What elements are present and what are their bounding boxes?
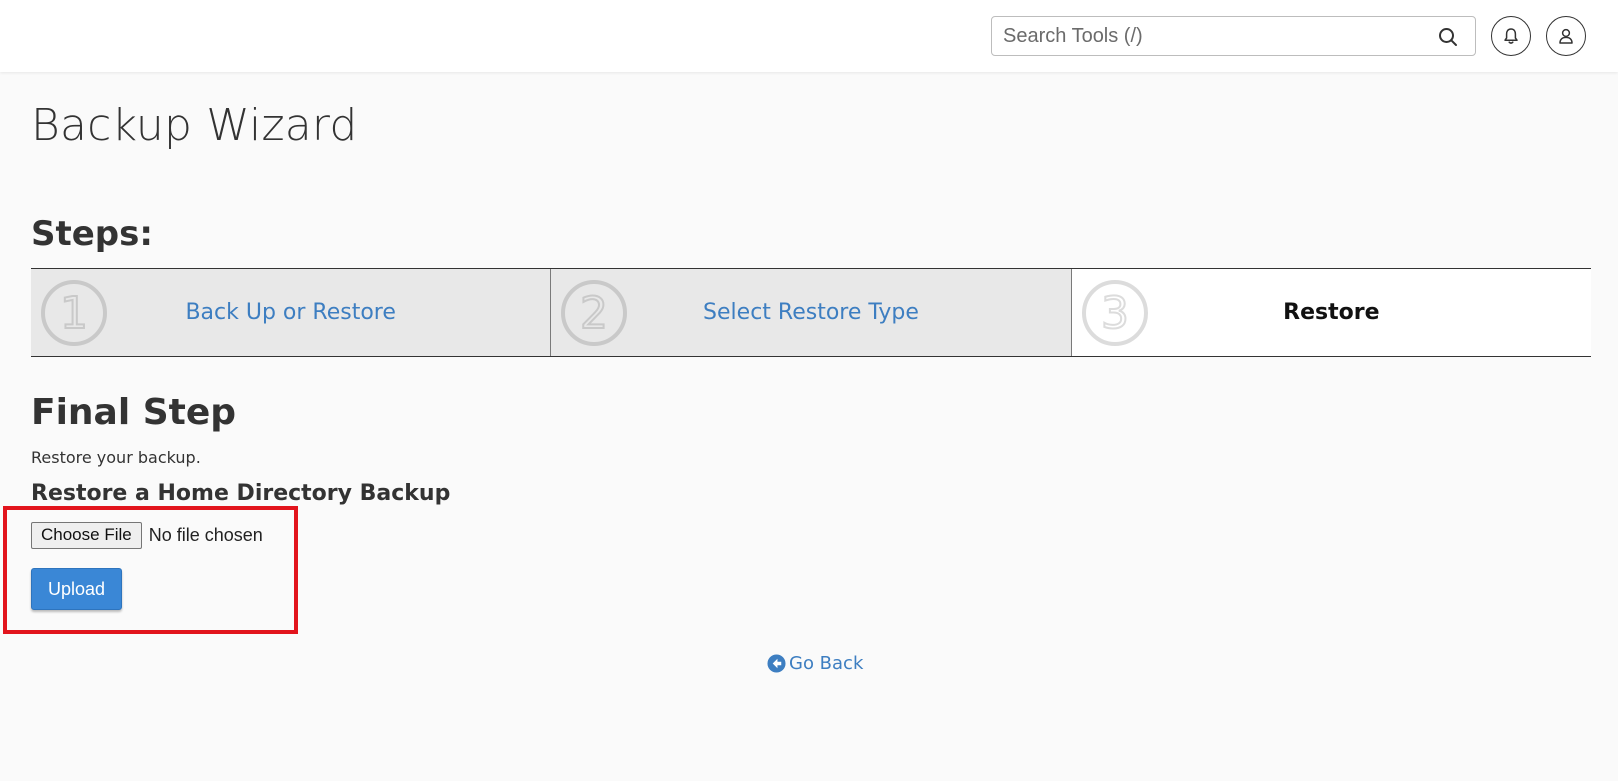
upload-button[interactable]: Upload <box>31 568 122 610</box>
step-restore: 3 Restore <box>1070 269 1591 356</box>
search-input[interactable] <box>992 17 1432 55</box>
step-number-3-icon: 3 <box>1081 280 1148 346</box>
arrow-circle-left-icon <box>767 653 786 673</box>
notifications-button[interactable] <box>1491 16 1531 56</box>
steps-heading: Steps: <box>31 214 153 254</box>
page-title: Backup Wizard <box>31 100 358 151</box>
step-label-2: Select Restore Type <box>703 300 919 325</box>
go-back-label: Go Back <box>789 652 864 674</box>
steps-progress-bar: 1 Back Up or Restore 2 Select Restore Ty… <box>31 268 1591 357</box>
step-number-1: 1 <box>60 288 88 339</box>
step-label-1: Back Up or Restore <box>185 300 396 325</box>
go-back-link[interactable]: Go Back <box>767 651 863 675</box>
step-back-up-or-restore[interactable]: 1 Back Up or Restore <box>31 269 551 356</box>
user-menu-button[interactable] <box>1546 16 1586 56</box>
top-header <box>0 0 1618 72</box>
step-number-2-icon: 2 <box>561 280 628 346</box>
search-box[interactable] <box>991 16 1476 56</box>
user-icon <box>1559 28 1573 44</box>
step-number-2: 2 <box>580 288 608 339</box>
step-number-3: 3 <box>1101 288 1129 339</box>
home-directory-backup-heading: Restore a Home Directory Backup <box>31 481 451 506</box>
search-icon[interactable] <box>1436 25 1460 49</box>
step-select-restore-type[interactable]: 2 Select Restore Type <box>550 269 1071 356</box>
final-step-heading: Final Step <box>31 392 237 433</box>
step-label-3: Restore <box>1283 300 1380 325</box>
final-step-description: Restore your backup. <box>31 448 201 467</box>
file-input[interactable]: Choose File No file chosen <box>31 521 263 549</box>
choose-file-button[interactable]: Choose File <box>31 521 142 549</box>
file-status: No file chosen <box>148 524 263 545</box>
bell-icon <box>1504 28 1518 44</box>
step-number-1-icon: 1 <box>41 280 107 346</box>
